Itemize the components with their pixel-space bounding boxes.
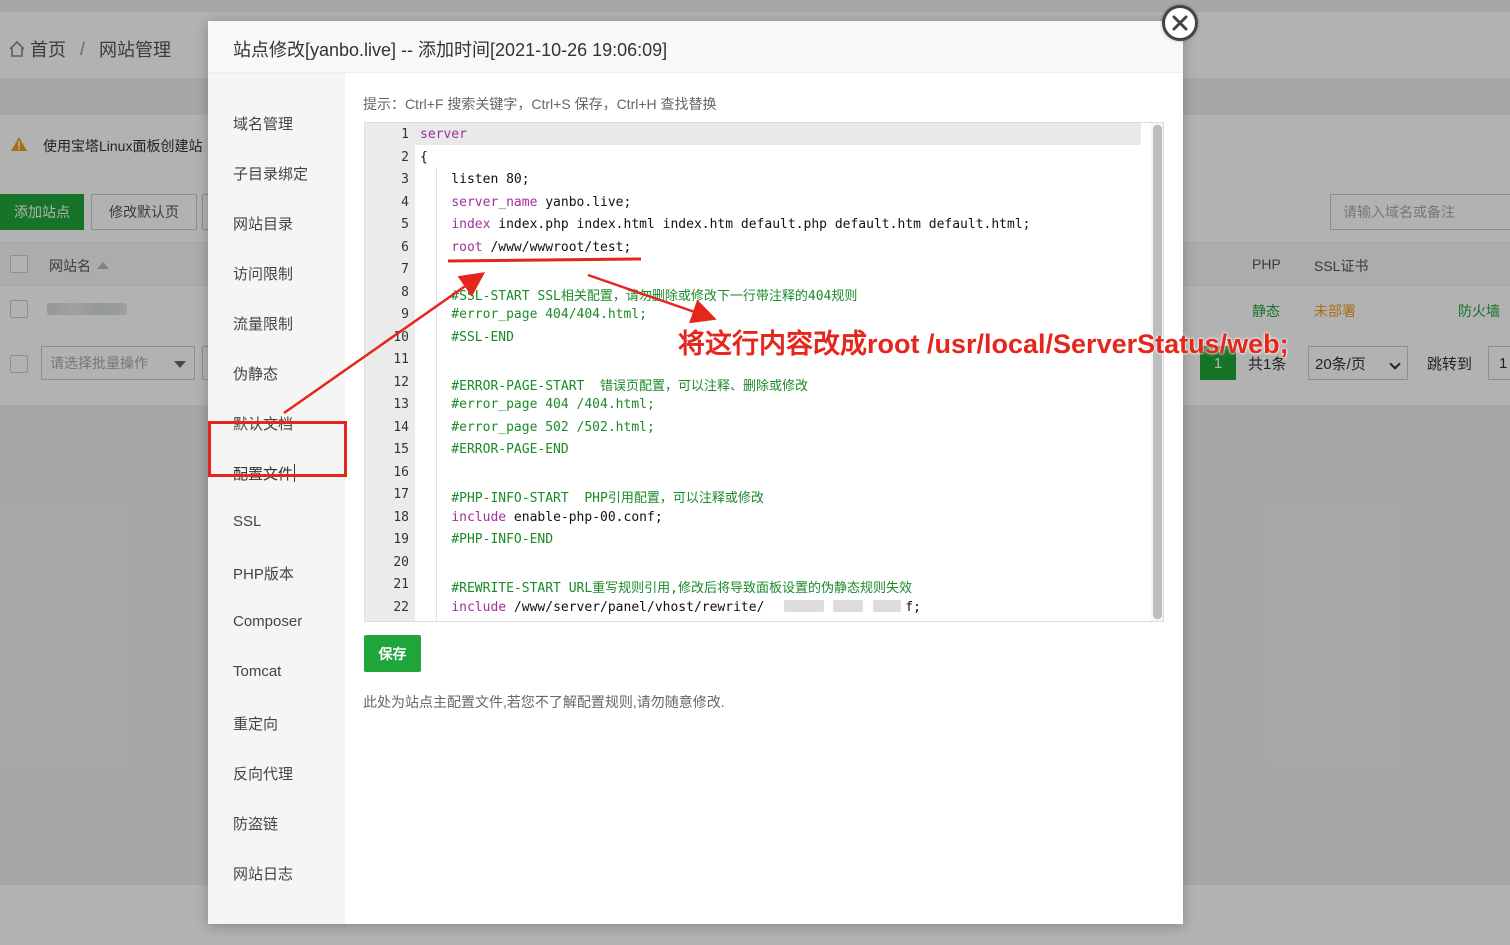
code-line[interactable]: #SSL-START SSL相关配置，请勿删除或修改下一行带注释的404规则	[420, 285, 857, 304]
save-button[interactable]: 保存	[364, 635, 421, 672]
line-number: 7	[401, 262, 409, 277]
code-token: listen 80;	[420, 172, 530, 187]
line-number: 2	[401, 149, 409, 165]
code-token: #error_page 502 /502.html;	[420, 419, 655, 435]
sidebar-item[interactable]: 防盗链	[233, 813, 278, 834]
line-number: 18	[393, 509, 409, 525]
close-icon	[1172, 15, 1188, 31]
sidebar-item[interactable]: 流量限制	[233, 313, 293, 334]
code-line[interactable]: include enable-php-00.conf;	[420, 509, 663, 525]
line-number: 6	[401, 239, 409, 255]
line-number: 19	[393, 532, 409, 547]
code-line[interactable]: index index.php index.html index.htm def…	[420, 217, 1031, 232]
code-token: #SSL-START SSL相关配置，请勿删除或修改下一行带注释的404规则	[420, 288, 858, 304]
code-token: include	[451, 509, 507, 525]
annotation-instruction: 将这行内容改成root /usr/local/ServerStatus/web;	[678, 329, 1289, 359]
line-number: 22	[393, 599, 409, 615]
sidebar-item[interactable]: 访问限制	[233, 263, 293, 284]
line-number: 11	[393, 352, 409, 367]
line-number: 14	[393, 419, 409, 435]
config-footer-note: 此处为站点主配置文件,若您不了解配置规则,请勿随意修改.	[363, 694, 725, 710]
code-line[interactable]: root /www/wwwroot/test;	[420, 240, 631, 255]
line-number: 3	[401, 172, 409, 187]
code-line[interactable]: #PHP-INFO-START PHP引用配置，可以注释或修改	[420, 487, 764, 506]
sidebar-item[interactable]: Tomcat	[233, 663, 281, 680]
line-number: 5	[401, 217, 409, 232]
code-token: #PHP-INFO-END	[420, 532, 554, 547]
sidebar-item[interactable]: 子目录绑定	[233, 163, 308, 184]
code-token: /www/wwwroot/test;	[482, 239, 632, 255]
code-token: #ERROR-PAGE-START 错误页配置，可以注释、删除或修改	[420, 378, 809, 394]
line-number: 16	[393, 464, 409, 480]
line-number: 13	[393, 397, 409, 412]
code-line[interactable]: #ERROR-PAGE-START 错误页配置，可以注释、删除或修改	[420, 375, 808, 394]
editor-scrollbar-thumb[interactable]	[1153, 125, 1162, 619]
code-token: #PHP-INFO-START PHP引用配置，可以注释或修改	[420, 491, 764, 506]
line-number: 12	[393, 374, 409, 390]
code-token: server	[420, 127, 467, 142]
code-token: /www/server/panel/vhost/rewrite/	[506, 599, 765, 615]
code-token: enable-php-00.conf;	[506, 509, 663, 525]
code-token: include	[451, 599, 507, 615]
config-code-editor[interactable]: 1 server 2 {3 listen 80; 4 server_name yanbo…	[364, 122, 1164, 622]
code-line[interactable]: #error_page 404 /404.html;	[420, 397, 655, 412]
modal-title: 站点修改[yanbo.live] -- 添加时间[2021-10-26 19:0…	[233, 40, 668, 60]
line-number: 9	[401, 307, 409, 322]
line-number: 1	[401, 127, 409, 142]
code-line[interactable]: include /www/server/panel/vhost/rewrite/…	[420, 600, 921, 615]
sidebar-item[interactable]: 重定向	[233, 713, 278, 734]
code-line[interactable]: #error_page 404/404.html;	[420, 307, 647, 322]
code-token: #SSL-END	[420, 329, 514, 345]
code-token: #error_page 404 /404.html;	[420, 397, 655, 412]
code-line[interactable]: {	[420, 150, 428, 165]
code-token: index	[451, 217, 491, 232]
code-token: root	[451, 239, 483, 255]
line-number: 21	[393, 577, 409, 592]
code-token: server_name	[451, 194, 538, 210]
line-number: 15	[393, 442, 409, 457]
sidebar-item[interactable]: 反向代理	[233, 763, 293, 784]
code-line[interactable]: #ERROR-PAGE-END	[420, 442, 569, 457]
code-token: yanbo.live;	[537, 194, 632, 210]
sidebar-item[interactable]: 网站日志	[233, 863, 293, 884]
sidebar-item[interactable]: Composer	[233, 613, 302, 630]
code-line[interactable]: #SSL-END	[420, 330, 514, 345]
code-line[interactable]: server	[420, 127, 467, 142]
sidebar-item[interactable]: 网站目录	[233, 213, 293, 234]
code-token: f;	[905, 599, 921, 615]
line-number: 17	[393, 487, 409, 502]
code-token: index.php index.html index.htm default.p…	[490, 217, 1031, 232]
line-number: 4	[401, 194, 409, 210]
code-line[interactable]: listen 80;	[420, 172, 530, 187]
code-line[interactable]: #REWRITE-START URL重写规则引用,修改后将导致面板设置的伪静态规…	[420, 577, 912, 596]
editor-hint: 提示：Ctrl+F 搜索关键字，Ctrl+S 保存，Ctrl+H 查找替换	[363, 96, 717, 112]
modal-header: 站点修改[yanbo.live] -- 添加时间[2021-10-26 19:0…	[208, 21, 1183, 73]
sidebar-item[interactable]: SSL	[233, 513, 261, 530]
indent-guide	[436, 167, 437, 621]
code-line[interactable]: server_name yanbo.live;	[420, 195, 631, 210]
active-line-highlight	[415, 123, 1141, 145]
line-number: 8	[401, 284, 409, 300]
sidebar-item[interactable]: 伪静态	[233, 363, 278, 384]
code-token: #error_page 404/404.html;	[420, 307, 647, 322]
line-number: 10	[393, 329, 409, 345]
line-number: 20	[393, 554, 409, 570]
modal-sidebar: 域名管理 子目录绑定 网站目录 访问限制 流量限制 伪静态 默认文档 配置文件 SSL PHP版本…	[208, 73, 345, 924]
highlight-box-config-tab	[208, 421, 347, 477]
code-token: #ERROR-PAGE-END	[420, 442, 569, 457]
sidebar-item[interactable]: 域名管理	[233, 113, 293, 134]
code-token: #REWRITE-START URL重写规则引用,修改后将导致面板设置的伪静态规…	[420, 581, 913, 596]
close-button[interactable]	[1162, 5, 1198, 41]
code-line[interactable]: #PHP-INFO-END	[420, 532, 553, 547]
code-token: {	[420, 149, 428, 165]
sidebar-item[interactable]: PHP版本	[233, 563, 294, 584]
code-line[interactable]: #error_page 502 /502.html;	[420, 420, 655, 435]
